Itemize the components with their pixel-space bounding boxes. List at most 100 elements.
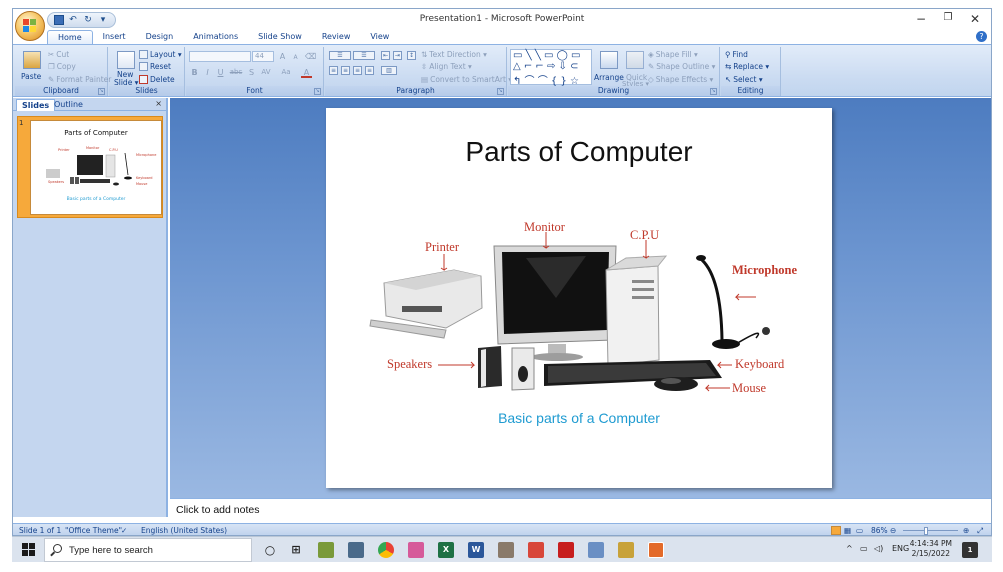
delete-button[interactable]: Delete xyxy=(139,75,175,84)
app-icon-1[interactable] xyxy=(318,542,334,558)
grow-font-button[interactable]: A xyxy=(277,51,288,62)
bold-button[interactable]: B xyxy=(189,67,200,78)
reset-button[interactable]: Reset xyxy=(139,62,171,71)
shapes-gallery[interactable]: ▭ ╲ ╲ ▭ ◯ ▭ △ ⌐ ⌐ ⇨ ⇩ ⊂ ↰ ⌒ ⌒ { } ☆ xyxy=(510,49,592,87)
volume-icon[interactable]: ◁) xyxy=(874,544,883,553)
clipboard-launcher-icon[interactable]: ↘ xyxy=(98,88,105,95)
paint-icon[interactable] xyxy=(408,542,424,558)
notification-icon[interactable]: 1 xyxy=(962,542,978,558)
tab-outline[interactable]: Outline xyxy=(49,99,88,111)
tab-insert[interactable]: Insert xyxy=(93,30,136,44)
calculator-icon[interactable] xyxy=(348,542,364,558)
powerpoint-taskbar-icon[interactable] xyxy=(648,542,664,558)
save-icon[interactable] xyxy=(54,15,64,25)
slide-caption[interactable]: Basic parts of a Computer xyxy=(326,410,832,426)
numbering-icon[interactable]: ☰ xyxy=(353,51,375,60)
task-view-icon[interactable]: ⊞ xyxy=(288,542,304,558)
tab-view[interactable]: View xyxy=(360,30,399,44)
character-spacing-button[interactable]: AV xyxy=(259,67,273,78)
new-slide-icon[interactable] xyxy=(117,51,135,69)
app-icon-2[interactable] xyxy=(498,542,514,558)
acrobat-icon[interactable] xyxy=(558,542,574,558)
replace-button[interactable]: ⇆ Replace ▾ xyxy=(725,62,769,71)
network-icon[interactable]: ▭ xyxy=(860,544,868,553)
font-name-box[interactable] xyxy=(189,51,251,62)
app-icon-3[interactable] xyxy=(528,542,544,558)
spellcheck-icon[interactable]: ✓ xyxy=(121,526,127,535)
format-painter-button[interactable]: ✎ Format Painter xyxy=(48,75,111,84)
zoom-slider-thumb[interactable] xyxy=(924,527,928,535)
bullets-icon[interactable]: ☰ xyxy=(329,51,351,60)
slide-thumbnail[interactable]: Parts of Computer Printer Monitor C.P.U … xyxy=(30,120,162,215)
arrange-icon[interactable] xyxy=(600,51,618,69)
language-indicator[interactable]: English (United States) xyxy=(141,526,227,535)
zoom-slider[interactable] xyxy=(903,530,958,531)
office-button[interactable] xyxy=(15,11,45,41)
shadow-button[interactable]: S xyxy=(246,67,257,78)
tray-overflow-icon[interactable]: ^ xyxy=(846,544,853,553)
decrease-indent-icon[interactable]: ⇤ xyxy=(381,51,390,60)
app-icon-5[interactable] xyxy=(618,542,634,558)
app-icon-4[interactable] xyxy=(588,542,604,558)
chrome-icon[interactable] xyxy=(378,542,394,558)
italic-button[interactable]: I xyxy=(202,67,213,78)
strikethrough-button[interactable]: abc xyxy=(228,67,244,78)
customize-qat-icon[interactable]: ▾ xyxy=(97,14,109,26)
windows-start-icon[interactable] xyxy=(22,543,35,556)
help-icon[interactable]: ? xyxy=(976,31,987,42)
tab-animations[interactable]: Animations xyxy=(183,30,248,44)
select-button[interactable]: ↖ Select ▾ xyxy=(725,75,763,84)
undo-icon[interactable]: ↶ xyxy=(67,14,79,26)
word-icon[interactable]: W xyxy=(468,542,484,558)
align-text-button[interactable]: ⇳ Align Text ▾ xyxy=(421,62,472,71)
fit-to-window-icon[interactable]: ⤢ xyxy=(977,526,983,535)
paste-icon[interactable] xyxy=(23,51,41,69)
tab-slide-show[interactable]: Slide Show xyxy=(248,30,312,44)
font-color-button[interactable]: A xyxy=(301,67,312,78)
slide-thumbnail-selected[interactable]: 1 Parts of Computer Printer Monitor C.P.… xyxy=(17,116,163,218)
tab-design[interactable]: Design xyxy=(136,30,184,44)
paragraph-launcher-icon[interactable]: ↘ xyxy=(497,88,504,95)
panel-close-icon[interactable]: × xyxy=(155,99,162,108)
excel-icon[interactable]: X xyxy=(438,542,454,558)
zoom-in-icon[interactable]: ⊕ xyxy=(963,526,969,535)
close-button[interactable]: ✕ xyxy=(965,12,985,26)
increase-indent-icon[interactable]: ⇥ xyxy=(393,51,402,60)
zoom-out-icon[interactable]: ⊖ xyxy=(890,526,896,535)
columns-icon[interactable]: ▥ xyxy=(381,66,397,75)
language-tray[interactable]: ENG xyxy=(892,544,909,553)
computer-parts-image[interactable] xyxy=(326,108,832,488)
align-right-icon[interactable]: ≡ xyxy=(353,66,362,75)
justify-icon[interactable]: ≡ xyxy=(365,66,374,75)
convert-smartart-button[interactable]: ▤ Convert to SmartArt ▾ xyxy=(421,75,512,84)
notes-pane[interactable]: Click to add notes xyxy=(170,498,991,523)
copy-button[interactable]: ❐ Copy xyxy=(48,62,76,71)
line-spacing-icon[interactable]: ↕ xyxy=(407,51,416,60)
minimize-button[interactable]: − xyxy=(911,12,931,26)
arrange-button[interactable]: Arrange xyxy=(594,73,624,82)
normal-view-icon[interactable] xyxy=(831,526,841,535)
align-center-icon[interactable]: ≡ xyxy=(341,66,350,75)
layout-button[interactable]: Layout ▾ xyxy=(139,50,182,59)
shape-fill-button[interactable]: ◈ Shape Fill ▾ xyxy=(648,50,698,59)
find-button[interactable]: ⚲ Find xyxy=(725,50,748,59)
slide-canvas[interactable]: Parts of Computer Monitor C.P.U Printer … xyxy=(326,108,832,488)
shape-outline-button[interactable]: ✎ Shape Outline ▾ xyxy=(648,62,715,71)
zoom-level[interactable]: 86% xyxy=(871,526,888,535)
cortana-icon[interactable]: ○ xyxy=(262,542,278,558)
clock[interactable]: 4:14:34 PM 2/15/2022 xyxy=(910,539,952,559)
redo-icon[interactable]: ↻ xyxy=(82,14,94,26)
change-case-button[interactable]: Aa xyxy=(279,67,293,78)
cut-button[interactable]: ✂ Cut xyxy=(48,50,69,59)
slide-show-icon[interactable]: ▭ xyxy=(856,526,863,535)
taskbar-search[interactable]: Type here to search xyxy=(44,538,252,562)
shape-effects-button[interactable]: ◇ Shape Effects ▾ xyxy=(648,75,713,84)
slide-sorter-icon[interactable]: ▦ xyxy=(844,526,851,535)
paste-button[interactable]: Paste xyxy=(21,72,41,81)
quick-styles-icon[interactable] xyxy=(626,51,644,69)
tab-home[interactable]: Home xyxy=(47,30,93,44)
clear-formatting-button[interactable]: ⌫ xyxy=(305,51,316,62)
text-direction-button[interactable]: ⇅ Text Direction ▾ xyxy=(421,50,487,59)
font-launcher-icon[interactable]: ↘ xyxy=(314,88,321,95)
shrink-font-button[interactable]: A xyxy=(290,52,301,63)
